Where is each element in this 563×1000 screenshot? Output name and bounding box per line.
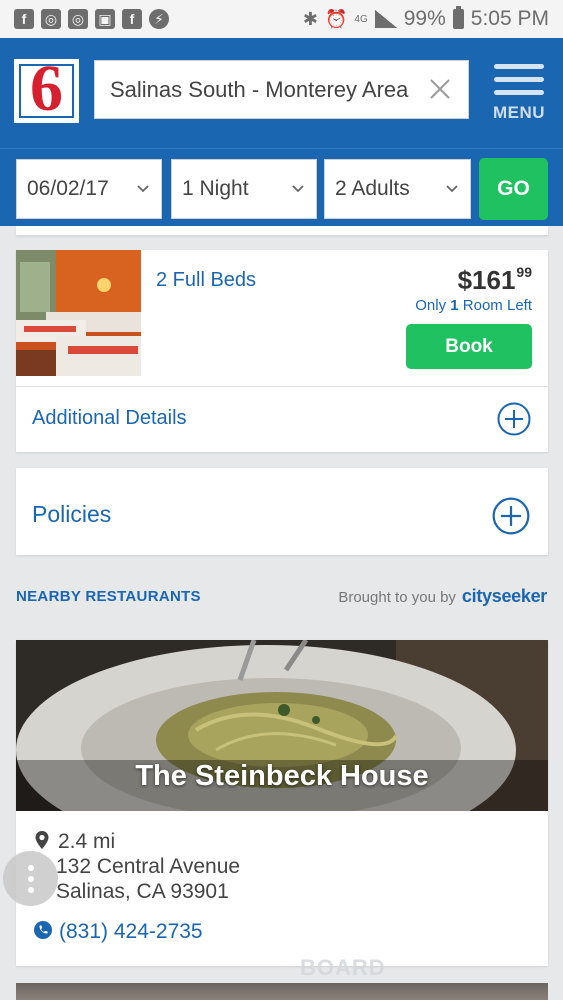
restaurant-address-line2: Salinas, CA 93901 — [56, 880, 229, 903]
restaurant-address-line1: 132 Central Avenue — [56, 855, 241, 878]
dot-icon — [27, 864, 34, 871]
location-search — [94, 60, 469, 119]
next-card-edge — [16, 983, 548, 1000]
menu-button[interactable]: MENU — [490, 64, 548, 122]
brought-by-text: Brought to you by — [338, 589, 456, 606]
expand-plus-icon[interactable] — [497, 402, 531, 436]
hamburger-icon-bar — [494, 90, 544, 95]
room-price: $16199 — [458, 264, 532, 296]
battery-percent: 99% — [403, 7, 446, 30]
date-select[interactable]: 06/02/17 — [16, 159, 162, 219]
availability-prefix: Only — [415, 297, 451, 314]
restaurant-card: The Steinbeck House 2.4 mi 132 Central A… — [16, 640, 548, 966]
logo-six: 6 — [30, 52, 63, 125]
date-value: 06/02/17 — [27, 177, 109, 200]
guests-value: 2 Adults — [335, 177, 410, 200]
room-image — [16, 250, 141, 376]
hamburger-icon — [494, 64, 544, 69]
go-button[interactable]: GO — [479, 158, 548, 220]
policies-card[interactable]: Policies — [16, 468, 548, 555]
battery-icon — [452, 6, 464, 29]
bluetooth-icon: ✱ — [302, 8, 318, 29]
divider — [16, 386, 548, 387]
book-button[interactable]: Book — [406, 324, 532, 369]
restaurant-photo[interactable]: The Steinbeck House — [16, 640, 548, 811]
dot-icon — [27, 886, 34, 893]
chevron-down-icon — [292, 185, 304, 193]
availability-note: Only 1 Room Left — [415, 297, 532, 314]
facebook-icon: f — [14, 9, 34, 29]
dot-icon — [27, 875, 34, 882]
booking-bar: 06/02/17 1 Night 2 Adults GO — [0, 148, 563, 226]
phone-icon — [34, 921, 52, 939]
additional-details-toggle[interactable]: Additional Details — [32, 407, 187, 430]
location-pin-icon — [35, 831, 49, 849]
expand-plus-icon[interactable] — [492, 497, 530, 535]
messenger-icon: ⚡ — [149, 9, 169, 29]
app-header: 6 MENU — [0, 38, 563, 148]
sponsor-credit: Brought to you by cityseeker — [338, 586, 547, 607]
cityseeker-logo[interactable]: cityseeker — [462, 586, 547, 607]
status-bar: f ◎ ◎ ▣ f ⚡ ✱ ⏰ 4G 99% 5:05 PM — [0, 0, 563, 38]
restaurant-phone[interactable]: (831) 424-2735 — [59, 920, 203, 944]
restaurant-name: The Steinbeck House — [135, 760, 429, 792]
price-dollars: $161 — [457, 265, 516, 295]
signal-icon — [374, 10, 397, 28]
instagram-icon: ◎ — [68, 9, 88, 29]
room-type[interactable]: 2 Full Beds — [156, 269, 256, 292]
nights-value: 1 Night — [182, 177, 249, 200]
nights-select[interactable]: 1 Night — [171, 159, 317, 219]
system-icons: ✱ ⏰ 4G 99% 5:05 PM — [302, 6, 549, 31]
hamburger-icon-bar — [494, 77, 544, 82]
network-type-icon: 4G — [354, 13, 368, 25]
motel6-logo[interactable]: 6 — [14, 56, 79, 123]
watermark: BOARD — [300, 955, 386, 980]
clock: 5:05 PM — [470, 7, 549, 30]
alarm-icon: ⏰ — [324, 8, 348, 29]
price-cents: 99 — [516, 264, 532, 280]
notification-icons: f ◎ ◎ ▣ f ⚡ — [14, 9, 169, 29]
close-icon[interactable] — [428, 77, 452, 101]
guests-select[interactable]: 2 Adults — [324, 159, 471, 219]
availability-suffix: Room Left — [458, 297, 532, 314]
menu-label: MENU — [492, 103, 546, 122]
room-photo[interactable] — [16, 250, 141, 376]
policies-label: Policies — [32, 501, 112, 527]
instagram-icon: ◎ — [41, 9, 61, 29]
nearby-restaurants-heading: NEARBY RESTAURANTS — [16, 588, 201, 605]
location-search-input[interactable] — [110, 76, 420, 103]
restaurant-distance: 2.4 mi — [58, 830, 116, 853]
chevron-down-icon — [137, 185, 149, 193]
chevron-down-icon — [446, 185, 458, 193]
more-options-button[interactable] — [3, 851, 58, 906]
photo-notification-icon: ▣ — [95, 9, 115, 29]
rooms-left-count: 1 — [450, 297, 459, 314]
previous-card-edge — [16, 226, 548, 235]
facebook-icon: f — [122, 9, 142, 29]
room-card: 2 Full Beds $16199 Only 1 Room Left Book… — [16, 250, 548, 452]
